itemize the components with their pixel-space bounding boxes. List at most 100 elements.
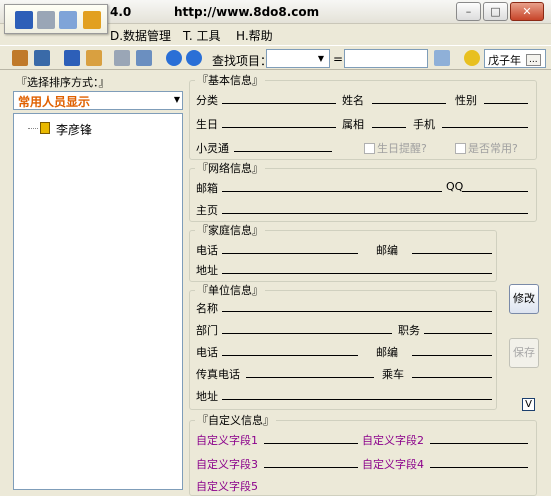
network-info-legend: 『网络信息』 <box>197 162 263 175</box>
custom-field-1[interactable] <box>264 443 358 444</box>
search-label: 查找项目： <box>212 54 273 68</box>
custom-field-4-label: 自定义字段4 <box>362 458 424 471</box>
minimize-button[interactable]: – <box>456 2 481 21</box>
qq-field[interactable] <box>462 191 528 192</box>
fax-label: 传真电话 <box>196 368 240 381</box>
save-button[interactable]: 保存 <box>509 338 539 368</box>
gender-label: 性别 <box>455 94 477 107</box>
zodiac-label: 属相 <box>342 118 364 131</box>
help-icon[interactable] <box>464 50 480 66</box>
position-field[interactable] <box>424 333 492 334</box>
work-zip-label: 邮编 <box>376 346 398 359</box>
sort-select[interactable]: 常用人员显示 ▼ <box>13 91 183 110</box>
custom-field-2-label: 自定义字段2 <box>362 434 424 447</box>
department-label: 部门 <box>196 324 218 337</box>
mail-icon[interactable] <box>59 11 77 29</box>
custom-field-5-label: 自定义字段5 <box>196 480 258 493</box>
work-info-group: 『单位信息』 <box>189 282 497 410</box>
work-name-field[interactable] <box>222 311 492 312</box>
menu-tools[interactable]: T. 工具 <box>183 27 221 44</box>
is-common-checkbox[interactable]: 是否常用? <box>455 140 518 156</box>
name-field[interactable] <box>372 103 446 104</box>
birthday-field[interactable] <box>222 127 336 128</box>
family-zip-field[interactable] <box>412 253 492 254</box>
department-field[interactable] <box>222 333 392 334</box>
birthday-label: 生日 <box>196 118 218 131</box>
qq-label: QQ <box>446 180 464 193</box>
menu-help[interactable]: H.帮助 <box>236 27 273 44</box>
work-address-field[interactable] <box>222 399 492 400</box>
confirm-checkbox[interactable]: V <box>522 398 535 411</box>
sort-title: 『选择排序方式：』 <box>16 76 110 89</box>
family-phone-label: 电话 <box>196 244 218 257</box>
toolbar: 查找项目： ▼ = 戊子年 ... <box>0 45 551 70</box>
save-icon[interactable] <box>64 50 80 66</box>
export-icon[interactable] <box>83 11 101 29</box>
close-button[interactable]: ✕ <box>510 2 544 21</box>
birthday-remind-label: 生日提醒? <box>377 142 427 155</box>
basic-info-legend: 『基本信息』 <box>197 74 263 87</box>
family-info-legend: 『家庭信息』 <box>197 224 263 237</box>
forward-arrow-icon[interactable] <box>186 50 202 66</box>
back-arrow-icon[interactable] <box>166 50 182 66</box>
more-button[interactable]: ... <box>526 54 541 66</box>
mobile-label: 手机 <box>413 118 435 131</box>
equals-label: = <box>333 52 344 66</box>
work-phone-field[interactable] <box>222 355 358 356</box>
lingtong-field[interactable] <box>234 151 332 152</box>
window-url: http://www.8do8.com <box>174 5 320 19</box>
work-zip-field[interactable] <box>412 355 492 356</box>
checkbox-box <box>455 143 466 154</box>
menu-data-manage[interactable]: D.数据管理 <box>110 27 171 44</box>
family-phone-field[interactable] <box>222 253 358 254</box>
gender-field[interactable] <box>484 103 528 104</box>
family-address-field[interactable] <box>222 273 492 274</box>
quick-access-toolbar <box>4 4 108 34</box>
email-field[interactable] <box>222 191 442 192</box>
contact-tree: 李彦锋 <box>13 113 183 490</box>
window-title: 4.0 <box>110 5 132 19</box>
homepage-field[interactable] <box>222 213 528 214</box>
import-icon[interactable] <box>136 50 152 66</box>
mobile-field[interactable] <box>442 127 528 128</box>
search-field-select[interactable]: ▼ <box>266 49 330 68</box>
custom-field-4[interactable] <box>430 467 528 468</box>
chevron-down-icon: ▼ <box>317 54 325 63</box>
fax-field[interactable] <box>246 377 374 378</box>
birthday-remind-checkbox[interactable]: 生日提醒? <box>364 140 427 156</box>
save-icon[interactable] <box>15 11 33 29</box>
tree-connector <box>28 128 38 129</box>
work-info-legend: 『单位信息』 <box>197 284 263 297</box>
category-field[interactable] <box>222 103 336 104</box>
contact-icon <box>40 122 50 134</box>
tree-item-contact[interactable]: 李彦锋 <box>56 121 92 138</box>
modify-button[interactable]: 修改 <box>509 284 539 314</box>
work-address-label: 地址 <box>196 390 218 403</box>
contact-card-icon[interactable] <box>34 50 50 66</box>
category-label: 分类 <box>196 94 218 107</box>
custom-field-2[interactable] <box>430 443 528 444</box>
year-select-label: 戊子年 <box>488 54 521 67</box>
sort-select-value: 常用人员显示 <box>18 95 91 109</box>
work-phone-label: 电话 <box>196 346 218 359</box>
work-name-label: 名称 <box>196 302 218 315</box>
bus-label: 乘车 <box>382 368 404 381</box>
email-label: 邮箱 <box>196 182 218 195</box>
homepage-label: 主页 <box>196 204 218 217</box>
delete-mail-icon[interactable] <box>86 50 102 66</box>
print-icon[interactable] <box>37 11 55 29</box>
bus-field[interactable] <box>412 377 492 378</box>
custom-info-legend: 『自定义信息』 <box>197 414 274 427</box>
users-icon[interactable] <box>12 50 28 66</box>
name-label: 姓名 <box>342 94 364 107</box>
search-icon[interactable] <box>434 50 450 66</box>
is-common-label: 是否常用? <box>468 142 518 155</box>
family-address-label: 地址 <box>196 264 218 277</box>
custom-field-3[interactable] <box>264 467 358 468</box>
print-icon[interactable] <box>114 50 130 66</box>
maximize-button[interactable]: □ <box>483 2 508 21</box>
zodiac-field[interactable] <box>372 127 406 128</box>
search-input[interactable] <box>344 49 428 68</box>
custom-field-3-label: 自定义字段3 <box>196 458 258 471</box>
lingtong-label: 小灵通 <box>196 142 229 155</box>
